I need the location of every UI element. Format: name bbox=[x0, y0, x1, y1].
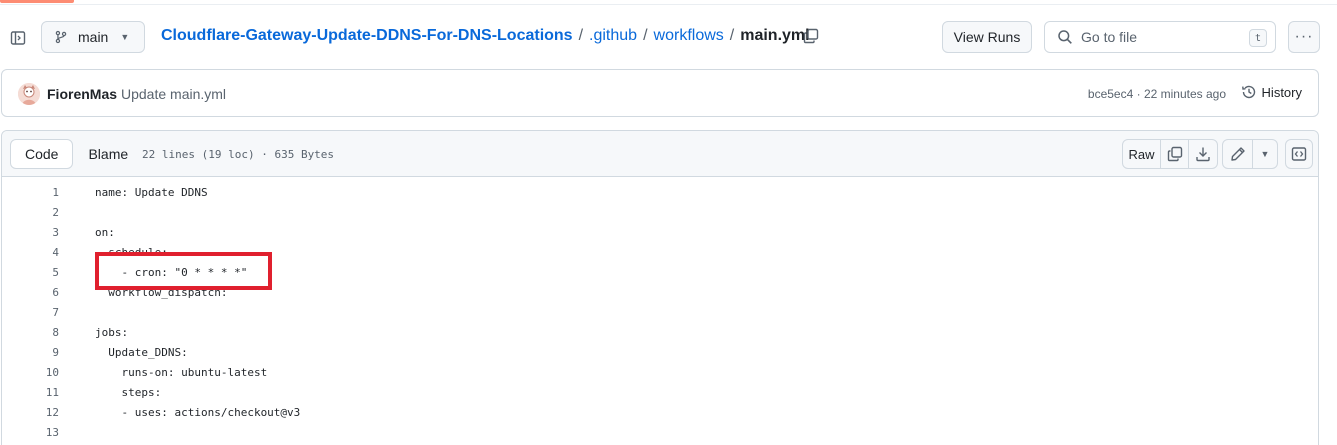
code-line: 11 steps: bbox=[2, 383, 1318, 403]
history-label: History bbox=[1261, 84, 1302, 100]
file-header-bar: main ▼ Cloudflare-Gateway-Update-DDNS-Fo… bbox=[0, 20, 1337, 56]
line-number[interactable]: 11 bbox=[2, 386, 59, 399]
view-runs-button[interactable]: View Runs bbox=[942, 21, 1032, 53]
code-line: 4 schedule: bbox=[2, 243, 1318, 263]
line-number[interactable]: 12 bbox=[2, 406, 59, 419]
code-line: 5 - cron: "0 * * * *" bbox=[2, 263, 1318, 283]
symbols-panel-icon[interactable] bbox=[1285, 139, 1313, 169]
code-line: 10 runs-on: ubuntu-latest bbox=[2, 363, 1318, 383]
commit-message[interactable]: Update main.yml bbox=[121, 86, 226, 102]
commit-author[interactable]: FiorenMas bbox=[47, 86, 117, 102]
view-mode-toggle: Code Blame bbox=[10, 139, 143, 169]
branch-name: main bbox=[78, 29, 109, 45]
code-line: 3 on: bbox=[2, 223, 1318, 243]
download-icon[interactable] bbox=[1189, 140, 1217, 168]
line-content: runs-on: ubuntu-latest bbox=[95, 366, 268, 379]
line-content: jobs: bbox=[95, 326, 129, 339]
tab-underline-accent bbox=[0, 0, 74, 3]
branch-selector-button[interactable]: main ▼ bbox=[41, 21, 145, 53]
line-number[interactable]: 13 bbox=[2, 426, 59, 439]
breadcrumb-repo-link[interactable]: Cloudflare-Gateway-Update-DDNS-For-DNS-L… bbox=[161, 27, 573, 45]
go-to-file-input[interactable]: Go to file t bbox=[1044, 21, 1276, 53]
avatar[interactable] bbox=[18, 83, 40, 105]
history-icon bbox=[1241, 84, 1257, 100]
sidebar-toggle-icon[interactable] bbox=[5, 25, 31, 51]
search-icon bbox=[1057, 29, 1073, 45]
copy-raw-icon[interactable] bbox=[1161, 140, 1189, 168]
code-line: 2 bbox=[2, 203, 1318, 223]
line-number[interactable]: 10 bbox=[2, 366, 59, 379]
code-line: 9 Update_DDNS: bbox=[2, 343, 1318, 363]
breadcrumb-workflows-link[interactable]: workflows bbox=[654, 27, 724, 45]
line-content: steps: bbox=[95, 386, 162, 399]
line-content: on: bbox=[95, 226, 115, 239]
commit-sha-and-time[interactable]: bce5ec4 · 22 minutes ago bbox=[1088, 87, 1226, 101]
chevron-down-icon: ▼ bbox=[120, 32, 130, 42]
code-line: 13 bbox=[2, 423, 1318, 443]
code-line: 12 - uses: actions/checkout@v3 bbox=[2, 403, 1318, 423]
chevron-down-icon[interactable]: ▼ bbox=[1253, 140, 1277, 168]
line-content: name: Update DDNS bbox=[95, 186, 208, 199]
raw-button[interactable]: Raw bbox=[1123, 140, 1161, 168]
breadcrumb-separator: / bbox=[578, 27, 584, 44]
history-button[interactable]: History bbox=[1241, 84, 1302, 100]
code-line: 6 workflow_dispatch: bbox=[2, 283, 1318, 303]
file-toolbar: Code Blame 22 lines (19 loc) · 635 Bytes… bbox=[2, 131, 1318, 177]
file-stats: 22 lines (19 loc) · 635 Bytes bbox=[142, 148, 335, 161]
raw-actions-group: Raw bbox=[1122, 139, 1218, 169]
code-line: 8 jobs: bbox=[2, 323, 1318, 343]
copy-path-icon[interactable] bbox=[801, 26, 821, 46]
edit-actions-group: ▼ bbox=[1222, 139, 1278, 169]
line-number[interactable]: 4 bbox=[2, 246, 59, 259]
git-branch-icon bbox=[54, 30, 68, 44]
line-number[interactable]: 5 bbox=[2, 266, 59, 279]
tab-code[interactable]: Code bbox=[10, 139, 74, 169]
line-content: - uses: actions/checkout@v3 bbox=[95, 406, 301, 419]
breadcrumb-github-link[interactable]: .github bbox=[589, 27, 637, 45]
breadcrumb-separator: / bbox=[729, 27, 735, 44]
line-number[interactable]: 7 bbox=[2, 306, 59, 319]
line-number[interactable]: 9 bbox=[2, 346, 59, 359]
line-number[interactable]: 6 bbox=[2, 286, 59, 299]
more-options-button[interactable]: ··· bbox=[1288, 21, 1320, 53]
file-viewer: Code Blame 22 lines (19 loc) · 635 Bytes… bbox=[1, 130, 1319, 445]
line-content: - cron: "0 * * * *" bbox=[95, 266, 248, 279]
tab-blame[interactable]: Blame bbox=[73, 139, 143, 169]
breadcrumb-current-file: main.yml bbox=[740, 27, 810, 44]
line-number[interactable]: 3 bbox=[2, 226, 59, 239]
line-number[interactable]: 2 bbox=[2, 206, 59, 219]
line-number[interactable]: 8 bbox=[2, 326, 59, 339]
breadcrumb-separator: / bbox=[643, 27, 648, 44]
code-line: 7 bbox=[2, 303, 1318, 323]
latest-commit-bar: FiorenMas Update main.yml bce5ec4 · 22 m… bbox=[1, 69, 1319, 117]
header-divider bbox=[0, 4, 1337, 5]
line-number[interactable]: 1 bbox=[2, 186, 59, 199]
code-line: 1 name: Update DDNS bbox=[2, 183, 1318, 203]
breadcrumb: Cloudflare-Gateway-Update-DDNS-For-DNS-L… bbox=[161, 27, 810, 45]
keyboard-shortcut-hint: t bbox=[1249, 29, 1267, 47]
go-to-file-placeholder: Go to file bbox=[1081, 29, 1138, 45]
line-content: schedule: bbox=[95, 246, 168, 259]
line-content: Update_DDNS: bbox=[95, 346, 188, 359]
code-view[interactable]: 1 name: Update DDNS 2 3 on: 4 schedule: 5 - cr… bbox=[2, 183, 1318, 443]
line-content: workflow_dispatch: bbox=[95, 286, 228, 299]
pencil-icon[interactable] bbox=[1223, 140, 1253, 168]
